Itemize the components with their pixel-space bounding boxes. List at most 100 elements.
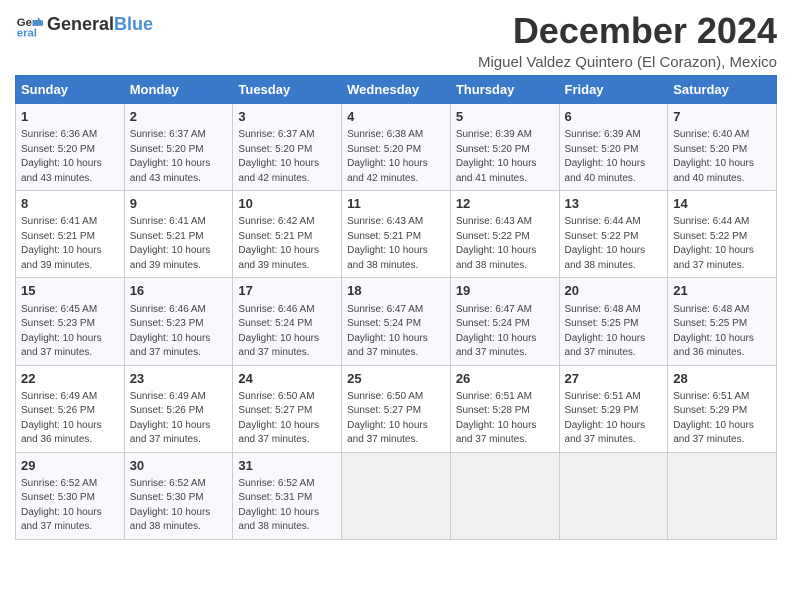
day-info: Sunrise: 6:47 AMSunset: 5:24 PMDaylight:… — [347, 303, 445, 361]
calendar-week-row: 29 Sunrise: 6:52 AMSunset: 5:30 PMDayligh… — [16, 452, 777, 539]
calendar-cell: 3 Sunrise: 6:37 AMSunset: 5:20 PMDaylight… — [233, 104, 342, 191]
day-number: 5 — [456, 108, 554, 126]
header: Gen eral GeneralBlue December 2024 Migue… — [15, 10, 777, 71]
calendar-cell: 14 Sunrise: 6:44 AMSunset: 5:22 PMDayligh… — [668, 191, 777, 278]
column-header-friday: Friday — [559, 76, 668, 104]
calendar-cell: 30 Sunrise: 6:52 AMSunset: 5:30 PMDayligh… — [124, 452, 233, 539]
day-info: Sunrise: 6:52 AMSunset: 5:31 PMDaylight:… — [238, 477, 336, 535]
day-info: Sunrise: 6:38 AMSunset: 5:20 PMDaylight:… — [347, 128, 445, 186]
calendar-cell: 7Sunrise: 6:40 AMSunset: 5:20 PMDaylight… — [668, 104, 777, 191]
calendar-cell: 20Sunrise: 6:48 AMSunset: 5:25 PMDayligh… — [559, 278, 668, 365]
calendar-cell: 27 Sunrise: 6:51 AMSunset: 5:29 PMDayligh… — [559, 365, 668, 452]
day-info: Sunrise: 6:39 AMSunset: 5:20 PMDaylight:… — [565, 128, 663, 186]
logo-text: GeneralBlue — [47, 15, 153, 34]
day-number: 26 — [456, 370, 554, 388]
day-number: 12 — [456, 195, 554, 213]
calendar-cell: 22 Sunrise: 6:49 AMSunset: 5:26 PMDayligh… — [16, 365, 125, 452]
logo: Gen eral GeneralBlue — [15, 10, 153, 38]
calendar-cell: 1 Sunrise: 6:36 AMSunset: 5:20 PMDaylight… — [16, 104, 125, 191]
day-info: Sunrise: 6:51 AMSunset: 5:29 PMDaylight:… — [673, 390, 771, 448]
calendar-cell: 4 Sunrise: 6:38 AMSunset: 5:20 PMDaylight… — [342, 104, 451, 191]
day-number: 14 — [673, 195, 771, 213]
day-number: 2 — [130, 108, 228, 126]
day-number: 25 — [347, 370, 445, 388]
day-number: 28 — [673, 370, 771, 388]
day-info: Sunrise: 6:51 AMSunset: 5:28 PMDaylight:… — [456, 390, 554, 448]
column-header-thursday: Thursday — [450, 76, 559, 104]
calendar-cell: 8Sunrise: 6:41 AMSunset: 5:21 PMDaylight… — [16, 191, 125, 278]
calendar-week-row: 1 Sunrise: 6:36 AMSunset: 5:20 PMDaylight… — [16, 104, 777, 191]
day-number: 4 — [347, 108, 445, 126]
day-number: 21 — [673, 282, 771, 300]
day-info: Sunrise: 6:49 AMSunset: 5:26 PMDaylight:… — [130, 390, 228, 448]
day-info: Sunrise: 6:50 AMSunset: 5:27 PMDaylight:… — [238, 390, 336, 448]
calendar-cell: 16Sunrise: 6:46 AMSunset: 5:23 PMDayligh… — [124, 278, 233, 365]
month-title: December 2024 — [478, 10, 777, 52]
calendar-cell: 17Sunrise: 6:46 AMSunset: 5:24 PMDayligh… — [233, 278, 342, 365]
day-number: 19 — [456, 282, 554, 300]
day-number: 27 — [565, 370, 663, 388]
day-info: Sunrise: 6:44 AMSunset: 5:22 PMDaylight:… — [673, 215, 771, 273]
day-number: 9 — [130, 195, 228, 213]
calendar-cell: 9 Sunrise: 6:41 AMSunset: 5:21 PMDaylight… — [124, 191, 233, 278]
day-info: Sunrise: 6:48 AMSunset: 5:25 PMDaylight:… — [673, 303, 771, 361]
day-number: 15 — [21, 282, 119, 300]
calendar-week-row: 15 Sunrise: 6:45 AMSunset: 5:23 PMDayligh… — [16, 278, 777, 365]
calendar-cell: 19 Sunrise: 6:47 AMSunset: 5:24 PMDayligh… — [450, 278, 559, 365]
calendar-cell: 13Sunrise: 6:44 AMSunset: 5:22 PMDayligh… — [559, 191, 668, 278]
day-info: Sunrise: 6:50 AMSunset: 5:27 PMDaylight:… — [347, 390, 445, 448]
day-info: Sunrise: 6:43 AMSunset: 5:21 PMDaylight:… — [347, 215, 445, 273]
column-header-sunday: Sunday — [16, 76, 125, 104]
calendar-week-row: 22 Sunrise: 6:49 AMSunset: 5:26 PMDayligh… — [16, 365, 777, 452]
day-number: 3 — [238, 108, 336, 126]
calendar-cell: 31Sunrise: 6:52 AMSunset: 5:31 PMDayligh… — [233, 452, 342, 539]
day-info: Sunrise: 6:37 AMSunset: 5:20 PMDaylight:… — [238, 128, 336, 186]
calendar-cell: 26 Sunrise: 6:51 AMSunset: 5:28 PMDayligh… — [450, 365, 559, 452]
day-info: Sunrise: 6:49 AMSunset: 5:26 PMDaylight:… — [21, 390, 119, 448]
day-number: 7 — [673, 108, 771, 126]
day-info: Sunrise: 6:45 AMSunset: 5:23 PMDaylight:… — [21, 303, 119, 361]
calendar-cell: 12Sunrise: 6:43 AMSunset: 5:22 PMDayligh… — [450, 191, 559, 278]
column-header-wednesday: Wednesday — [342, 76, 451, 104]
day-info: Sunrise: 6:36 AMSunset: 5:20 PMDaylight:… — [21, 128, 119, 186]
column-header-saturday: Saturday — [668, 76, 777, 104]
day-info: Sunrise: 6:51 AMSunset: 5:29 PMDaylight:… — [565, 390, 663, 448]
day-number: 22 — [21, 370, 119, 388]
calendar-cell — [559, 452, 668, 539]
location-title: Miguel Valdez Quintero (El Corazon), Mex… — [478, 54, 777, 71]
day-number: 16 — [130, 282, 228, 300]
calendar-cell — [668, 452, 777, 539]
calendar-cell: 24 Sunrise: 6:50 AMSunset: 5:27 PMDayligh… — [233, 365, 342, 452]
day-number: 1 — [21, 108, 119, 126]
logo-icon: Gen eral — [15, 10, 43, 38]
svg-text:eral: eral — [17, 27, 37, 38]
day-number: 17 — [238, 282, 336, 300]
day-info: Sunrise: 6:44 AMSunset: 5:22 PMDaylight:… — [565, 215, 663, 273]
day-info: Sunrise: 6:52 AMSunset: 5:30 PMDaylight:… — [130, 477, 228, 535]
day-number: 18 — [347, 282, 445, 300]
day-number: 30 — [130, 457, 228, 475]
day-info: Sunrise: 6:42 AMSunset: 5:21 PMDaylight:… — [238, 215, 336, 273]
day-info: Sunrise: 6:48 AMSunset: 5:25 PMDaylight:… — [565, 303, 663, 361]
column-header-monday: Monday — [124, 76, 233, 104]
day-info: Sunrise: 6:47 AMSunset: 5:24 PMDaylight:… — [456, 303, 554, 361]
day-info: Sunrise: 6:37 AMSunset: 5:20 PMDaylight:… — [130, 128, 228, 186]
day-number: 29 — [21, 457, 119, 475]
calendar-cell: 2 Sunrise: 6:37 AMSunset: 5:20 PMDaylight… — [124, 104, 233, 191]
calendar-cell: 15 Sunrise: 6:45 AMSunset: 5:23 PMDayligh… — [16, 278, 125, 365]
day-info: Sunrise: 6:52 AMSunset: 5:30 PMDaylight:… — [21, 477, 119, 535]
logo-general: General — [47, 14, 114, 34]
calendar-cell: 25 Sunrise: 6:50 AMSunset: 5:27 PMDayligh… — [342, 365, 451, 452]
calendar-cell: 21 Sunrise: 6:48 AMSunset: 5:25 PMDayligh… — [668, 278, 777, 365]
logo-blue: Blue — [114, 14, 153, 34]
column-header-tuesday: Tuesday — [233, 76, 342, 104]
calendar-header-row: SundayMondayTuesdayWednesdayThursdayFrid… — [16, 76, 777, 104]
calendar-cell: 10Sunrise: 6:42 AMSunset: 5:21 PMDayligh… — [233, 191, 342, 278]
day-info: Sunrise: 6:41 AMSunset: 5:21 PMDaylight:… — [130, 215, 228, 273]
day-info: Sunrise: 6:39 AMSunset: 5:20 PMDaylight:… — [456, 128, 554, 186]
day-number: 24 — [238, 370, 336, 388]
calendar-cell: 6Sunrise: 6:39 AMSunset: 5:20 PMDaylight… — [559, 104, 668, 191]
calendar-cell — [342, 452, 451, 539]
calendar-cell: 28 Sunrise: 6:51 AMSunset: 5:29 PMDayligh… — [668, 365, 777, 452]
day-number: 8 — [21, 195, 119, 213]
